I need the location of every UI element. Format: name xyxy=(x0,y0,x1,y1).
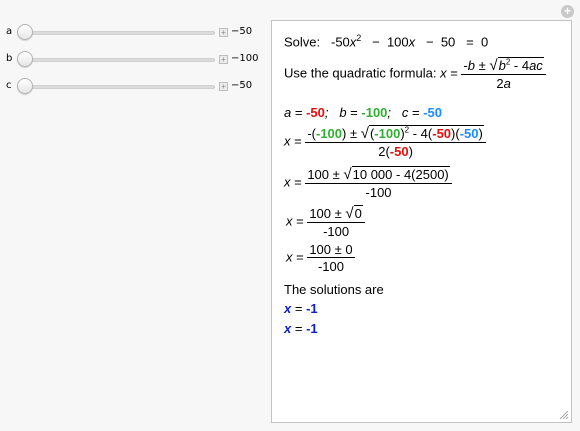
slider-c-label: c xyxy=(6,80,12,91)
step2-fraction: 100 ± √10 000 - 4(2500) -100 xyxy=(305,166,452,200)
slider-c-thumb[interactable] xyxy=(17,78,33,94)
solution-1: x = -1 xyxy=(284,301,318,316)
step4-line: x = 100 ± 0 -100 xyxy=(286,242,355,274)
slider-b[interactable]: b + −100 xyxy=(0,51,270,69)
coef-c: -50 xyxy=(423,105,443,120)
step1-fraction: -(-100) ± √(-100)2 - 4(-50)(-50) 2(-50) xyxy=(305,125,486,159)
solutions-label: The solutions are xyxy=(284,282,384,297)
step1-c: -50 xyxy=(459,126,479,141)
step4-numer: 100 ± 0 xyxy=(309,242,353,257)
coef-a: -50 xyxy=(306,105,325,120)
eq-a-term: -50 xyxy=(330,34,350,50)
slider-a[interactable]: a + −50 xyxy=(0,24,270,42)
slider-a-value: −50 xyxy=(231,26,253,37)
step1-b: -100 xyxy=(316,126,343,141)
step4-denom: -100 xyxy=(307,257,355,274)
step2-denom: -100 xyxy=(305,183,452,200)
eq-rhs: 0 xyxy=(480,34,489,50)
resize-handle-icon[interactable] xyxy=(559,410,569,420)
step1-a: -50 xyxy=(432,126,452,141)
slider-b-thumb[interactable] xyxy=(17,51,33,67)
slider-c[interactable]: c + −50 xyxy=(0,78,270,96)
step3-denom: -100 xyxy=(307,222,365,239)
solution-1-value: -1 xyxy=(306,301,318,316)
slider-b-track[interactable] xyxy=(19,58,215,62)
step3-fraction: 100 ± √0 -100 xyxy=(307,205,365,239)
coef-b: -100 xyxy=(361,105,388,120)
solution-2: x = -1 xyxy=(284,321,318,336)
solution-2-value: -1 xyxy=(306,321,318,336)
step2-line: x = 100 ± √10 000 - 4(2500) -100 xyxy=(284,166,452,200)
slider-b-label: b xyxy=(6,53,13,64)
step1-line: x = -(-100) ± √(-100)2 - 4(-50)(-50) 2(-… xyxy=(284,125,486,159)
slider-a-thumb[interactable] xyxy=(17,24,33,40)
step3-line: x = 100 ± √0 -100 xyxy=(286,205,365,239)
slider-c-plus-icon[interactable]: + xyxy=(219,82,228,91)
step1-b-sq: -100 xyxy=(374,126,401,141)
solve-label: Solve: xyxy=(284,34,321,50)
slider-c-value: −50 xyxy=(231,80,253,91)
step2-numer: 100 ± xyxy=(307,167,340,182)
coefficients-line: a = -50; b = -100; c = -50 xyxy=(284,105,443,120)
slider-a-plus-icon[interactable]: + xyxy=(219,28,228,37)
formula-fraction: -b ± √b2 - 4ac 2a xyxy=(461,57,546,91)
eq-c-term: 50 xyxy=(440,34,456,50)
slider-c-track[interactable] xyxy=(19,85,215,89)
step3-numer: 100 ± xyxy=(309,206,342,221)
formula-line: Use the quadratic formula: x = -b ± √b2 … xyxy=(284,57,546,91)
slider-a-track[interactable] xyxy=(19,31,215,35)
output-panel: Solve: -50x2 − 100x − 50 = 0 Use the qua… xyxy=(271,20,572,423)
expand-icon[interactable]: + xyxy=(561,5,574,18)
step1-denom-a: -50 xyxy=(389,144,409,159)
eq-b-term: 100 xyxy=(386,34,409,50)
step3-radicand: 0 xyxy=(353,205,363,221)
step2-radicand: 10 000 - 4(2500) xyxy=(351,166,450,182)
formula-intro: Use the quadratic formula: xyxy=(284,65,437,81)
equation-line: Solve: -50x2 − 100x − 50 = 0 xyxy=(284,33,489,50)
step4-fraction: 100 ± 0 -100 xyxy=(307,242,355,274)
slider-a-label: a xyxy=(6,26,13,37)
slider-b-value: −100 xyxy=(231,53,259,64)
slider-b-plus-icon[interactable]: + xyxy=(219,55,228,64)
